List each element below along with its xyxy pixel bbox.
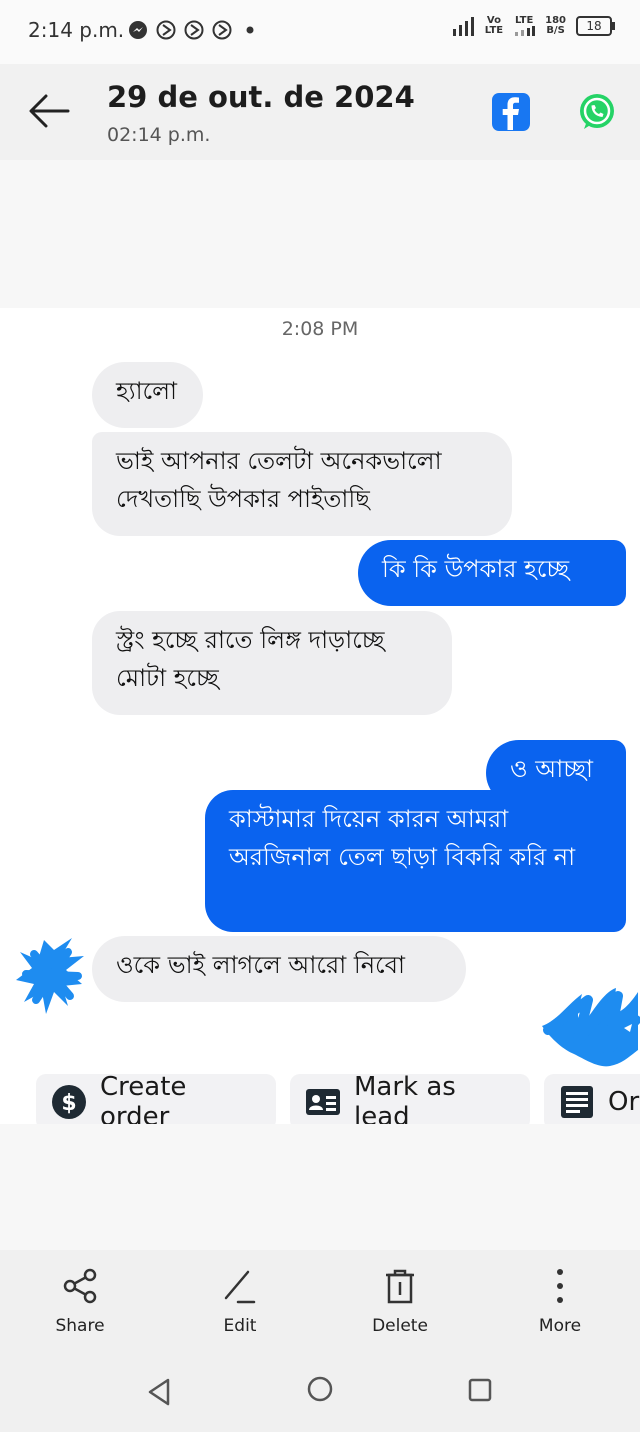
- message-bubble-incoming[interactable]: ভাই আপনার তেলটা অনেকভালো দেখতাছি উপকার প…: [92, 432, 512, 536]
- order-details-label: Or: [608, 1087, 640, 1117]
- status-time: 2:14 p.m.: [28, 18, 125, 42]
- delete-label: Delete: [372, 1316, 428, 1336]
- header-spacer: [0, 160, 640, 308]
- page-title: 29 de out. de 2024: [107, 80, 415, 114]
- more-notifications-dot-icon: [246, 26, 254, 34]
- lte-indicator: LTE: [513, 16, 536, 36]
- signal-icon: [452, 17, 474, 36]
- message-bubble-incoming[interactable]: হ্যালো: [92, 362, 203, 428]
- notification-icons: [128, 20, 260, 40]
- document-list-icon: [561, 1086, 593, 1118]
- edit-label: Edit: [223, 1316, 257, 1336]
- page-subtitle: 02:14 p.m.: [107, 124, 211, 146]
- mark-as-lead-label: Mark as lead: [354, 1072, 456, 1132]
- redacted-avatar-scribble: [16, 938, 84, 1014]
- status-right: Vo LTE LTE 180 B/S 18: [452, 15, 615, 36]
- battery-icon: 18: [576, 16, 615, 36]
- back-arrow-icon[interactable]: [28, 92, 70, 130]
- nav-recents-icon[interactable]: [460, 1372, 500, 1412]
- message-bubble-incoming[interactable]: স্ট্রং হচ্ছে রাতে লিঙ্গ দাড়াচ্ছে মোটা হ…: [92, 611, 452, 715]
- pencil-icon: [224, 1270, 256, 1304]
- redacted-scribble: [542, 988, 640, 1067]
- app-notification-icon: [156, 20, 176, 40]
- create-order-label: Create order: [100, 1072, 187, 1132]
- app-notification-icon: [184, 20, 204, 40]
- app-notification-icon: [212, 20, 232, 40]
- order-details-button[interactable]: Or: [544, 1074, 640, 1130]
- edit-button[interactable]: Edit: [180, 1266, 300, 1336]
- share-label: Share: [55, 1316, 105, 1336]
- create-order-button[interactable]: $ Create order: [36, 1072, 276, 1132]
- lte-signal-icon: [515, 26, 536, 36]
- facebook-icon[interactable]: [492, 93, 530, 131]
- message-bubble-outgoing[interactable]: কাস্টামার দিয়েন কারন আমরা অরজিনাল তেল ছ…: [205, 790, 626, 932]
- delete-button[interactable]: Delete: [340, 1266, 460, 1336]
- more-label: More: [538, 1316, 582, 1336]
- message-bubble-incoming[interactable]: ওকে ভাই লাগলে আরো নিবো: [92, 936, 466, 1002]
- mark-as-lead-button[interactable]: Mark as lead: [290, 1072, 530, 1132]
- messenger-icon: [129, 21, 147, 39]
- share-button[interactable]: Share: [20, 1266, 140, 1336]
- trash-icon: [386, 1269, 414, 1304]
- svg-text:$: $: [61, 1091, 76, 1116]
- contact-card-icon: [306, 1089, 340, 1115]
- volte-indicator: Vo LTE: [484, 15, 504, 36]
- network-speed: 180 B/S: [545, 15, 566, 36]
- more-button[interactable]: More: [500, 1266, 620, 1336]
- whatsapp-icon[interactable]: [576, 91, 618, 133]
- share-icon: [63, 1268, 97, 1304]
- nav-back-icon[interactable]: [140, 1372, 180, 1412]
- message-bubble-outgoing[interactable]: কি কি উপকার হচ্ছে: [358, 540, 626, 606]
- content-spacer: [0, 1124, 640, 1250]
- dollar-icon: $: [52, 1085, 86, 1119]
- more-vertical-icon: [557, 1269, 563, 1303]
- nav-home-icon[interactable]: [300, 1372, 340, 1412]
- chat-timestamp: 2:08 PM: [281, 318, 359, 340]
